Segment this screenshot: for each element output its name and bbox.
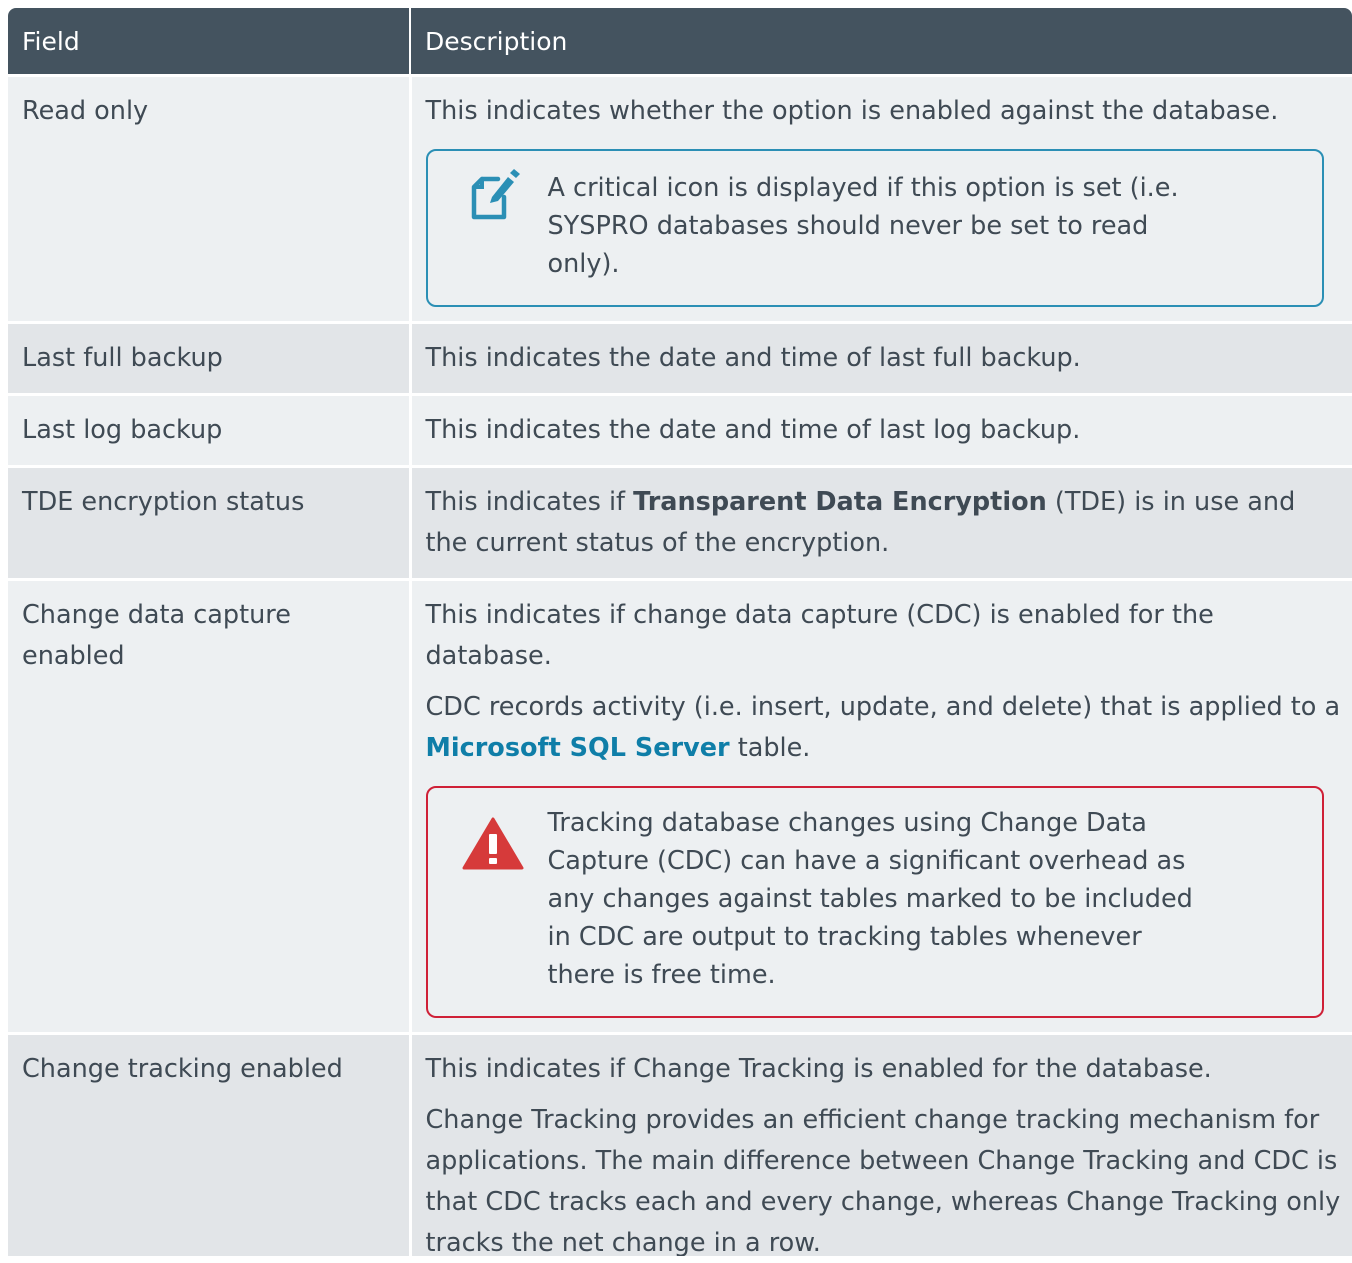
table-row: Read only This indicates whether the opt… xyxy=(8,74,1352,323)
description-text: This indicates if Transparent Data Encry… xyxy=(426,482,1343,564)
description-cell: This indicates if change data capture (C… xyxy=(408,578,1352,1034)
description-text: This indicates if Change Tracking is ena… xyxy=(425,1054,1212,1084)
table-row: Change tracking enabled This indicates i… xyxy=(8,1032,1352,1256)
column-header-description: Description xyxy=(409,8,1352,76)
description-text-2: CDC records activity (i.e. insert, updat… xyxy=(426,687,1343,769)
column-header-field: Field xyxy=(8,8,410,76)
description-cell: This indicates if Change Tracking is ena… xyxy=(408,1032,1352,1256)
field-description-table: Field Description Read only This indicat… xyxy=(8,8,1352,1256)
microsoft-sql-server-link[interactable]: Microsoft SQL Server xyxy=(426,733,730,763)
table-header-row: Field Description xyxy=(8,8,1352,76)
note-pencil-icon xyxy=(468,167,520,223)
field-cell: Last log backup xyxy=(8,393,410,467)
warning-text: Tracking database changes using Change D… xyxy=(547,808,1193,990)
field-cell: Change tracking enabled xyxy=(8,1032,410,1256)
description2-pre: CDC records activity (i.e. insert, updat… xyxy=(425,692,1341,722)
description2-post: table. xyxy=(729,733,811,763)
description-cell: This indicates if Transparent Data Encry… xyxy=(408,465,1352,580)
warning-triangle-icon xyxy=(462,816,524,872)
field-cell: TDE encryption status xyxy=(8,465,410,580)
field-cell: Change data capture enabled xyxy=(8,578,410,1034)
note-box: A critical icon is displayed if this opt… xyxy=(425,149,1324,307)
description-cell: This indicates whether the option is ena… xyxy=(408,74,1352,323)
tde-term: Transparent Data Encryption xyxy=(633,487,1047,517)
description-cell: This indicates the date and time of last… xyxy=(408,393,1352,467)
table-row: Last log backup This indicates the date … xyxy=(8,393,1352,467)
description-text-pre: This indicates if xyxy=(425,487,634,517)
description-text: This indicates if change data capture (C… xyxy=(425,600,1214,671)
description-text: This indicates whether the option is ena… xyxy=(425,96,1279,126)
table-row: Change data capture enabled This indicat… xyxy=(8,578,1352,1034)
table-row: TDE encryption status This indicates if … xyxy=(8,465,1352,580)
table-row: Last full backup This indicates the date… xyxy=(8,321,1352,395)
field-cell: Read only xyxy=(8,74,410,323)
field-description-table-container: Field Description Read only This indicat… xyxy=(8,8,1352,1256)
description-cell: This indicates the date and time of last… xyxy=(408,321,1352,395)
warning-box: Tracking database changes using Change D… xyxy=(425,786,1324,1018)
note-text: A critical icon is displayed if this opt… xyxy=(547,173,1179,279)
field-cell: Last full backup xyxy=(8,321,410,395)
description-text-2: Change Tracking provides an efficient ch… xyxy=(425,1105,1341,1256)
